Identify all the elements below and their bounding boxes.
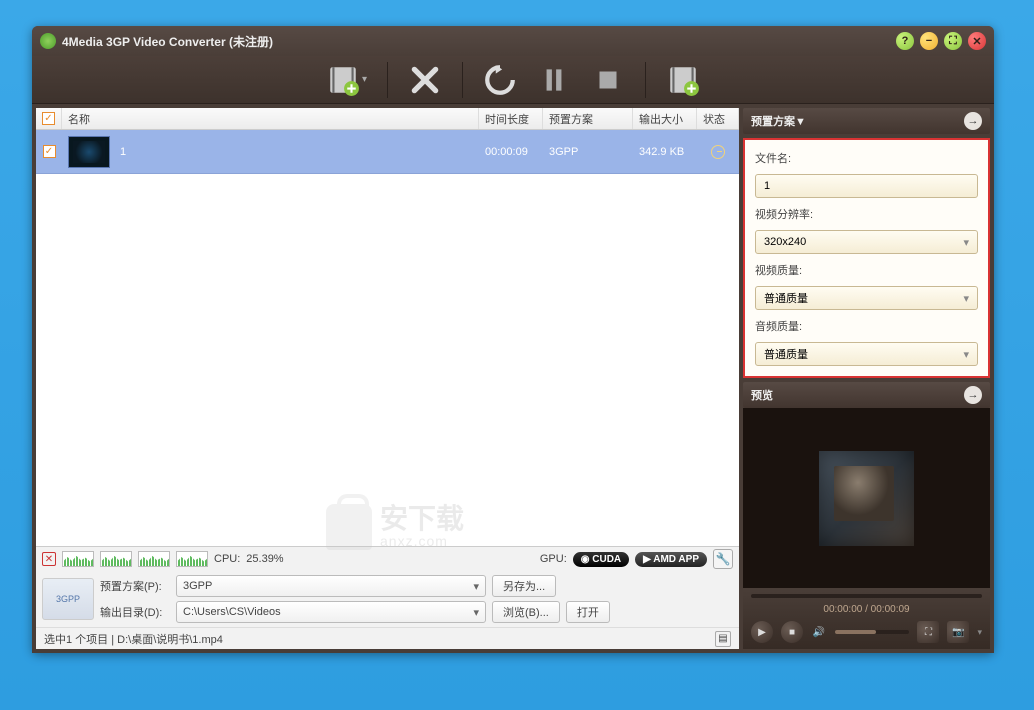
play-button[interactable]: ▶ [751, 621, 773, 643]
preview-frame [819, 451, 914, 546]
cuda-badge[interactable]: ◉ CUDA [573, 552, 629, 567]
col-status[interactable]: 状态 [697, 108, 739, 129]
window-title: 4Media 3GP Video Converter (未注册) [62, 33, 896, 50]
audio-quality-label: 音频质量: [755, 318, 978, 334]
cpu-wave-icon [62, 551, 94, 567]
resolution-label: 视频分辨率: [755, 206, 978, 222]
col-preset[interactable]: 预置方案 [543, 108, 633, 129]
save-as-button[interactable]: 另存为... [492, 575, 556, 597]
amd-badge[interactable]: ▶ AMD APP [635, 552, 707, 567]
video-thumbnail [68, 136, 110, 168]
size-value: 342.9 KB [633, 130, 697, 173]
preview-panel: 预览 → 00:00:00 / 00:00:09 ▶ ■ [743, 382, 990, 649]
output-dir-label: 输出目录(D): [100, 604, 170, 620]
preset-label: 预置方案(P): [100, 578, 170, 594]
add-profile-button[interactable] [666, 63, 700, 97]
browse-button[interactable]: 浏览(B)... [492, 601, 560, 623]
close-button[interactable]: ✕ [968, 32, 986, 50]
file-name: 1 [120, 146, 126, 158]
player-bar: 00:00:00 / 00:00:09 ▶ ■ 🔊 ⛶ 📷 ▾ [743, 588, 990, 649]
filename-input[interactable] [755, 174, 978, 198]
open-button[interactable]: 打开 [566, 601, 610, 623]
log-icon[interactable]: ▤ [715, 631, 731, 647]
output-dir-select[interactable]: C:\Users\CS\Videos [176, 601, 486, 623]
minimize-button[interactable]: − [920, 32, 938, 50]
preset-value: 3GPP [543, 130, 633, 173]
status-text: 选中1 个项目 | D:\桌面\说明书\1.mp4 [44, 631, 223, 647]
stop-preview-button[interactable]: ■ [781, 621, 803, 643]
main-toolbar: ▾ [32, 56, 994, 104]
table-header: ✓ 名称 时间长度 预置方案 输出大小 状态 [36, 108, 739, 130]
help-button[interactable]: ? [896, 32, 914, 50]
preview-panel-title: 预览 [751, 387, 773, 403]
close-monitor-button[interactable]: ✕ [42, 552, 56, 566]
progress-bar[interactable] [751, 594, 982, 598]
audio-quality-select[interactable]: 普通质量 [755, 342, 978, 366]
table-row[interactable]: ✓ 1 00:00:09 3GPP 342.9 KB [36, 130, 739, 174]
resolution-select[interactable]: 320x240 [755, 230, 978, 254]
app-icon [40, 33, 56, 49]
titlebar: 4Media 3GP Video Converter (未注册) ? − ⛶ ✕ [32, 26, 994, 56]
preset-select[interactable]: 3GPP [176, 575, 486, 597]
fullscreen-icon[interactable]: ⛶ [917, 621, 939, 643]
video-quality-select[interactable]: 普通质量 [755, 286, 978, 310]
col-size[interactable]: 输出大小 [633, 108, 697, 129]
right-pane: 预置方案▼ → 文件名: 视频分辨率: 320x240 视频质量: 普通质量 音… [743, 108, 990, 649]
stop-button[interactable] [591, 63, 625, 97]
pending-icon [711, 145, 725, 159]
maximize-button[interactable]: ⛶ [944, 32, 962, 50]
cpu-wave-icon [138, 551, 170, 567]
col-name[interactable]: 名称 [62, 108, 479, 129]
pause-button[interactable] [537, 63, 571, 97]
remove-button[interactable] [408, 63, 442, 97]
preset-panel-header[interactable]: 预置方案▼ → [743, 108, 990, 134]
video-quality-label: 视频质量: [755, 262, 978, 278]
cpu-wave-icon [176, 551, 208, 567]
snapshot-icon[interactable]: 📷 [947, 621, 969, 643]
time-display: 00:00:00 / 00:00:09 [823, 604, 909, 615]
filename-label: 文件名: [755, 150, 978, 166]
convert-button[interactable] [483, 63, 517, 97]
select-all-checkbox[interactable]: ✓ [42, 112, 55, 125]
app-window: 4Media 3GP Video Converter (未注册) ? − ⛶ ✕… [32, 26, 994, 653]
preview-area [743, 408, 990, 588]
volume-slider[interactable] [835, 630, 909, 634]
cpu-value: 25.39% [246, 553, 283, 565]
row-checkbox[interactable]: ✓ [43, 145, 56, 158]
duration-value: 00:00:09 [479, 130, 543, 173]
volume-icon[interactable]: 🔊 [811, 621, 827, 643]
window-controls: ? − ⛶ ✕ [896, 32, 986, 50]
gpu-label: GPU: [540, 553, 567, 565]
col-duration[interactable]: 时间长度 [479, 108, 543, 129]
settings-icon[interactable]: 🔧 [713, 549, 733, 569]
preset-thumbnail: 3GPP [42, 578, 94, 620]
preset-panel-title: 预置方案▼ [751, 113, 806, 129]
panel-collapse-icon[interactable]: → [964, 112, 982, 130]
settings-panel: 文件名: 视频分辨率: 320x240 视频质量: 普通质量 音频质量: 普通质… [743, 138, 990, 378]
preview-panel-header[interactable]: 预览 → [743, 382, 990, 408]
file-list-pane: ✓ 名称 时间长度 预置方案 输出大小 状态 ✓ 1 00:00:09 3GPP… [36, 108, 739, 649]
cpu-wave-icon [100, 551, 132, 567]
bottom-bar: ✕ CPU: 25.39% GPU: ◉ CUDA ▶ AMD APP 🔧 3GP… [36, 546, 739, 649]
add-file-button[interactable]: ▾ [326, 63, 367, 97]
watermark: 安下载 anxz.com [326, 504, 464, 550]
cpu-label: CPU: [214, 553, 240, 565]
panel-collapse-icon[interactable]: → [964, 386, 982, 404]
